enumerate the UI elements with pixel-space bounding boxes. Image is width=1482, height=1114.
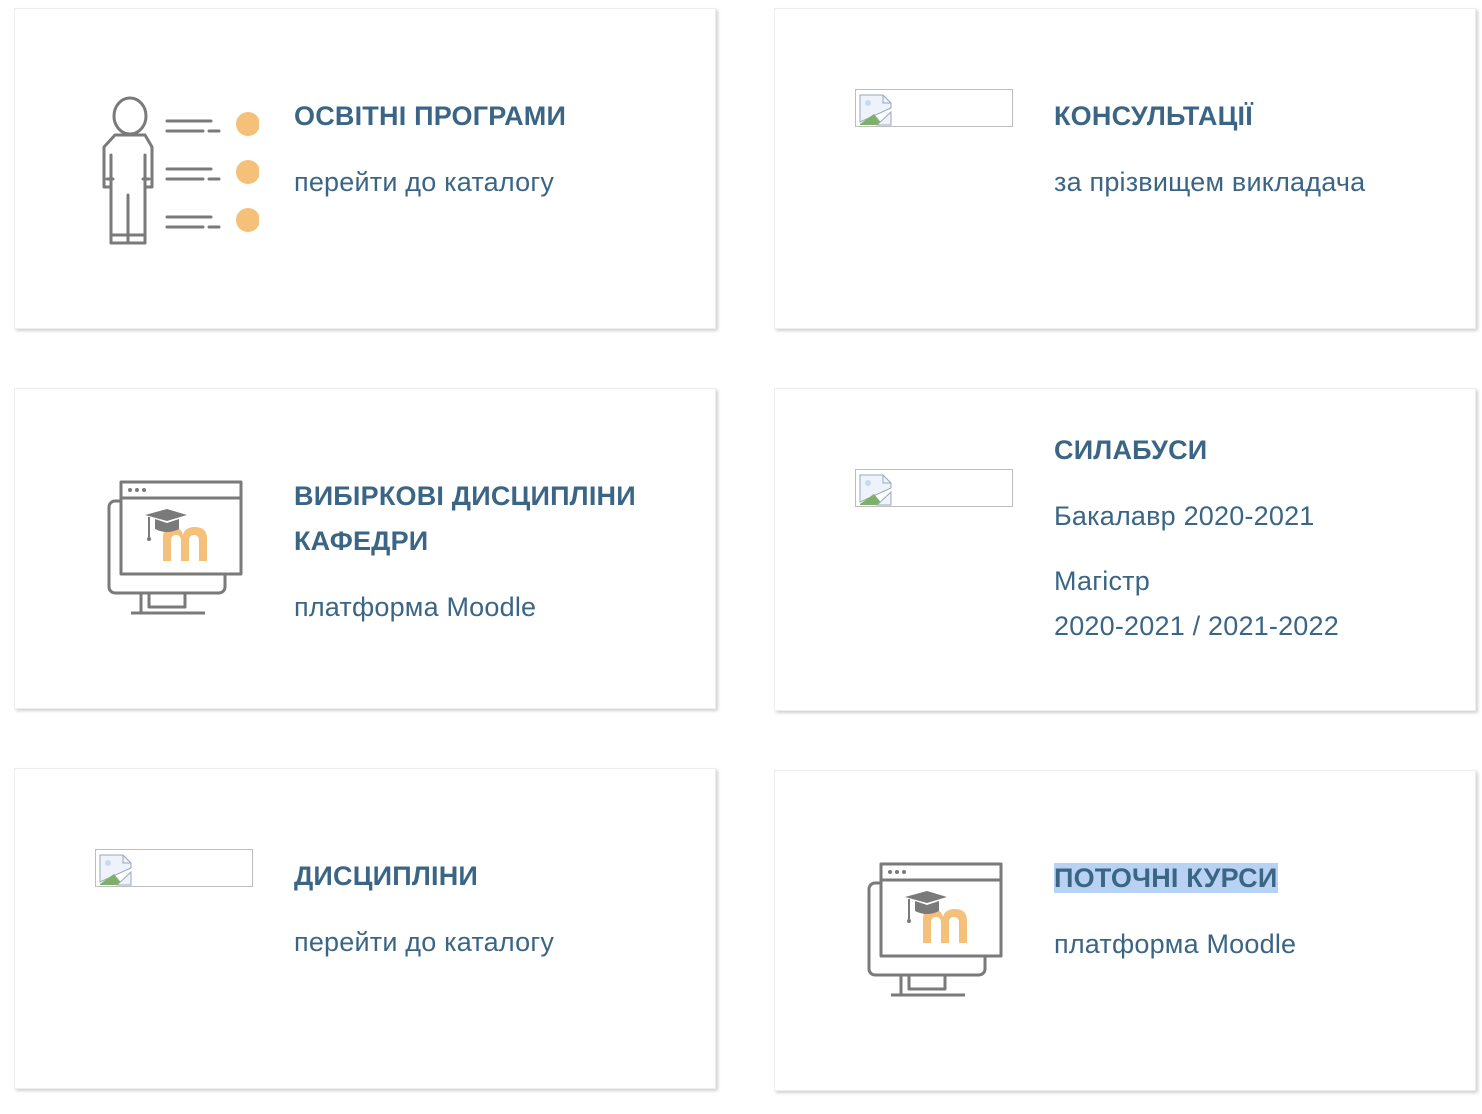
moodle-monitor-icon <box>865 861 1007 1006</box>
card-title-line-1[interactable]: ВИБІРКОВІ ДИСЦИПЛІНИ <box>294 474 636 519</box>
card-elective-disciplines[interactable]: ВИБІРКОВІ ДИСЦИПЛІНИ КАФЕДРИ платформа M… <box>14 388 716 709</box>
card-title[interactable]: ОСВІТНІ ПРОГРАМИ <box>294 94 566 139</box>
catalog-link[interactable]: перейти до каталогу <box>294 160 566 205</box>
card-consultations[interactable]: КОНСУЛЬТАЦІЇ за прізвищем викладача <box>774 8 1476 329</box>
card-current-courses[interactable]: ПОТОЧНІ КУРСИ платформа Moodle <box>774 770 1476 1091</box>
moodle-platform-link[interactable]: платформа Moodle <box>294 585 636 630</box>
broken-image-icon <box>855 89 1013 127</box>
card-text: ПОТОЧНІ КУРСИ платформа Moodle <box>1054 856 1296 967</box>
card-text: ОСВІТНІ ПРОГРАМИ перейти до каталогу <box>294 94 566 205</box>
bachelor-link[interactable]: Бакалавр 2020-2021 <box>1054 494 1339 539</box>
card-title[interactable]: КОНСУЛЬТАЦІЇ <box>1054 94 1365 139</box>
card-title[interactable]: ПОТОЧНІ КУРСИ <box>1054 856 1296 901</box>
card-educational-programs[interactable]: ОСВІТНІ ПРОГРАМИ перейти до каталогу <box>14 8 716 329</box>
card-text: ВИБІРКОВІ ДИСЦИПЛІНИ КАФЕДРИ платформа M… <box>294 474 636 630</box>
moodle-monitor-icon <box>105 479 247 624</box>
catalog-link[interactable]: перейти до каталогу <box>294 920 554 965</box>
broken-image-icon <box>95 849 253 887</box>
person-list-icon <box>99 95 260 252</box>
card-text: ДИСЦИПЛІНИ перейти до каталогу <box>294 854 554 965</box>
card-text: СИЛАБУСИ Бакалавр 2020-2021 Магістр 2020… <box>1054 428 1339 649</box>
card-text: КОНСУЛЬТАЦІЇ за прізвищем викладача <box>1054 94 1365 205</box>
card-title[interactable]: СИЛАБУСИ <box>1054 428 1339 473</box>
card-disciplines[interactable]: ДИСЦИПЛІНИ перейти до каталогу <box>14 768 716 1089</box>
master-label: Магістр <box>1054 566 1150 596</box>
card-syllabi[interactable]: СИЛАБУСИ Бакалавр 2020-2021 Магістр 2020… <box>774 388 1476 711</box>
card-title-line-2[interactable]: КАФЕДРИ <box>294 519 636 564</box>
selected-title-text: ПОТОЧНІ КУРСИ <box>1054 863 1278 893</box>
moodle-platform-link[interactable]: платформа Moodle <box>1054 922 1296 967</box>
teacher-surname-link[interactable]: за прізвищем викладача <box>1054 160 1365 205</box>
broken-image-icon <box>855 469 1013 507</box>
master-years-link[interactable]: 2020-2021 / 2021-2022 <box>1054 604 1339 649</box>
card-title[interactable]: ДИСЦИПЛІНИ <box>294 854 554 899</box>
